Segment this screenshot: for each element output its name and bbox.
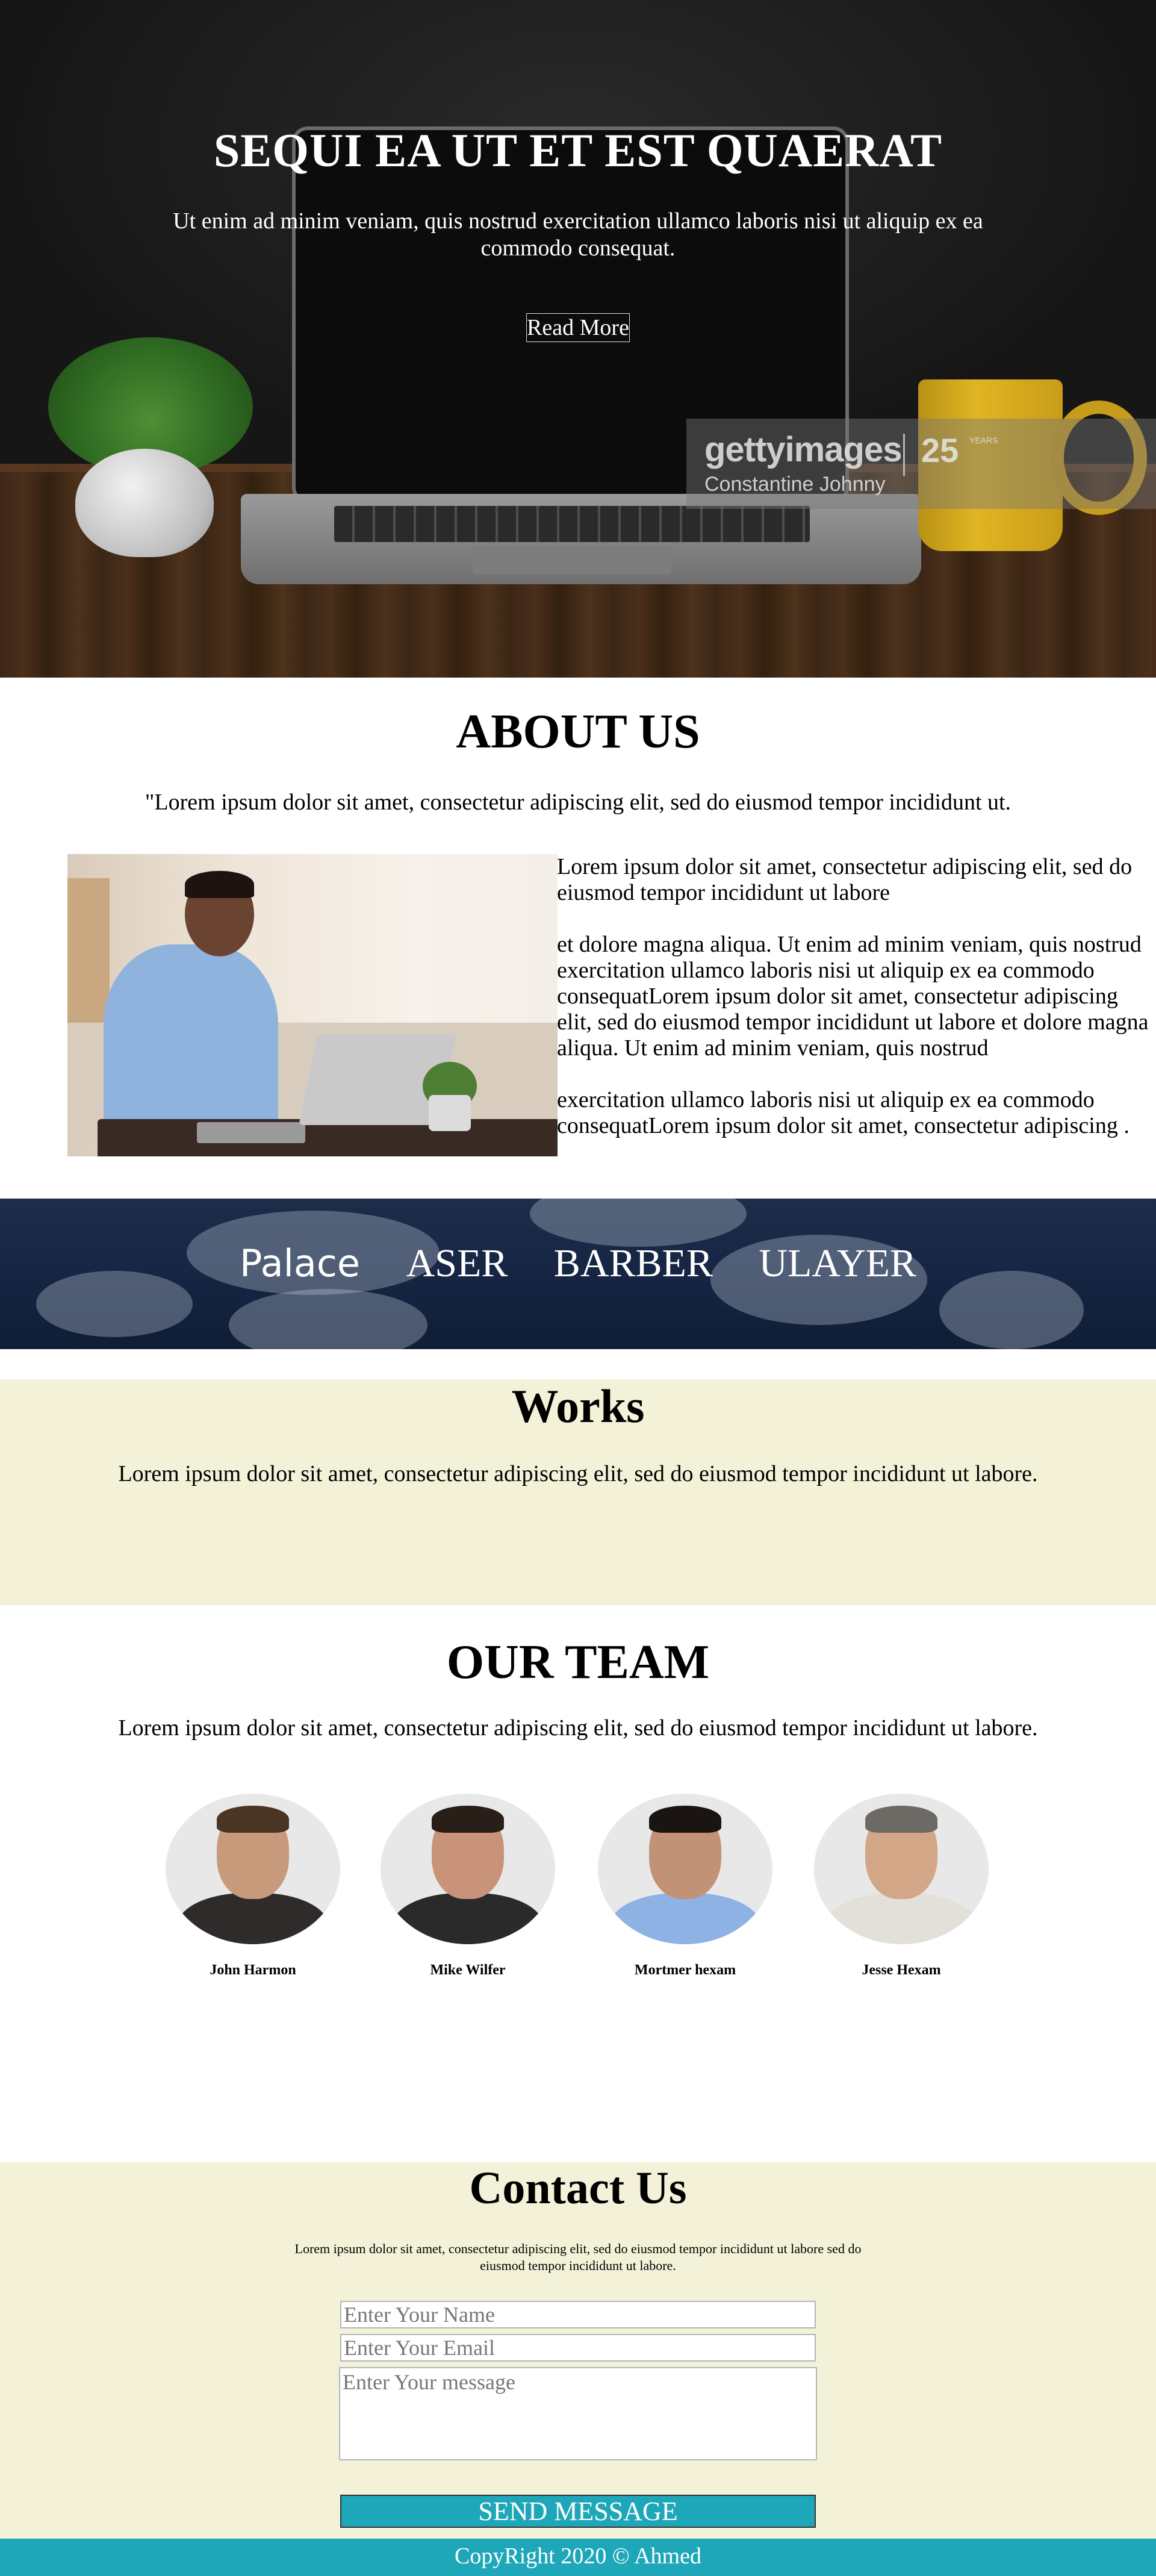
- works-section: Works Lorem ipsum dolor sit amet, consec…: [0, 1379, 1156, 1605]
- about-quote: "Lorem ipsum dolor sit amet, consectetur…: [144, 790, 1012, 815]
- client-logo-barber: BARBER: [553, 1241, 713, 1285]
- member-name: John Harmon: [210, 1962, 296, 1978]
- contact-title: Contact Us: [469, 2163, 687, 2213]
- member-name: Jesse Hexam: [862, 1962, 941, 1978]
- plant-pot-image: [75, 449, 214, 557]
- team-description: Lorem ipsum dolor sit amet, consectetur …: [118, 1715, 1038, 1741]
- about-section: ABOUT US "Lorem ipsum dolor sit amet, co…: [0, 678, 1156, 1199]
- about-text: Lorem ipsum dolor sit amet, consectetur …: [557, 854, 1156, 1165]
- watermark-credit: Constantine Johnny: [704, 473, 886, 496]
- team-member-card: Mortmer hexam: [598, 1794, 772, 1979]
- about-photo: [67, 854, 558, 1156]
- member-avatar: [381, 1794, 555, 1944]
- send-message-button[interactable]: SEND MESSAGE: [340, 2495, 816, 2528]
- client-logo-palace: Palace: [240, 1241, 361, 1285]
- works-title: Works: [511, 1380, 645, 1432]
- copyright-text: CopyRight 2020 © Ahmed: [455, 2543, 701, 2569]
- name-input[interactable]: [340, 2301, 816, 2328]
- works-description: Lorem ipsum dolor sit amet, consectetur …: [118, 1461, 1038, 1486]
- watermark-logo: gettyimages: [704, 430, 902, 469]
- read-more-button[interactable]: Read More: [526, 313, 630, 342]
- message-input[interactable]: [339, 2367, 817, 2460]
- about-paragraph: et dolore magna aliqua. Ut enim ad minim…: [557, 932, 1149, 1061]
- watermark-years: 25: [921, 431, 959, 469]
- about-paragraph: exercitation ullamco laboris nisi ut ali…: [557, 1087, 1130, 1138]
- team-member-card: Mike Wilfer: [381, 1794, 555, 1979]
- client-logo-aser: ASER: [406, 1241, 508, 1285]
- about-paragraph: Lorem ipsum dolor sit amet, consectetur …: [557, 854, 1133, 905]
- clients-strip: Palace ASER BARBER ULAYER: [0, 1199, 1156, 1349]
- watermark-years-label: YEARS: [969, 435, 998, 445]
- team-member-card: John Harmon: [166, 1794, 340, 1979]
- contact-description: Lorem ipsum dolor sit amet, consectetur …: [294, 2241, 862, 2273]
- member-avatar: [598, 1794, 772, 1944]
- team-section: OUR TEAM Lorem ipsum dolor sit amet, con…: [0, 1605, 1156, 2162]
- member-name: Mortmer hexam: [634, 1962, 736, 1978]
- team-member-card: Jesse Hexam: [814, 1794, 989, 1979]
- contact-section: Contact Us Lorem ipsum dolor sit amet, c…: [0, 2162, 1156, 2539]
- member-avatar: [166, 1794, 340, 1944]
- hero-subtitle: Ut enim ad minim veniam, quis nostrud ex…: [173, 208, 983, 261]
- stock-watermark: gettyimages 25 YEARS Constantine Johnny: [686, 419, 1156, 509]
- client-logo-ulayer: ULAYER: [759, 1241, 916, 1285]
- about-title: ABOUT US: [456, 705, 700, 758]
- hero-title: SEQUI EA UT ET EST QUAERAT: [213, 124, 943, 176]
- client-logos: Palace ASER BARBER ULAYER: [0, 1241, 1156, 1286]
- hero-section: gettyimages 25 YEARS Constantine Johnny …: [0, 0, 1156, 678]
- footer: CopyRight 2020 © Ahmed: [0, 2539, 1156, 2576]
- member-avatar: [814, 1794, 989, 1944]
- team-title: OUR TEAM: [446, 1636, 710, 1689]
- email-input[interactable]: [340, 2334, 816, 2362]
- member-name: Mike Wilfer: [430, 1962, 506, 1978]
